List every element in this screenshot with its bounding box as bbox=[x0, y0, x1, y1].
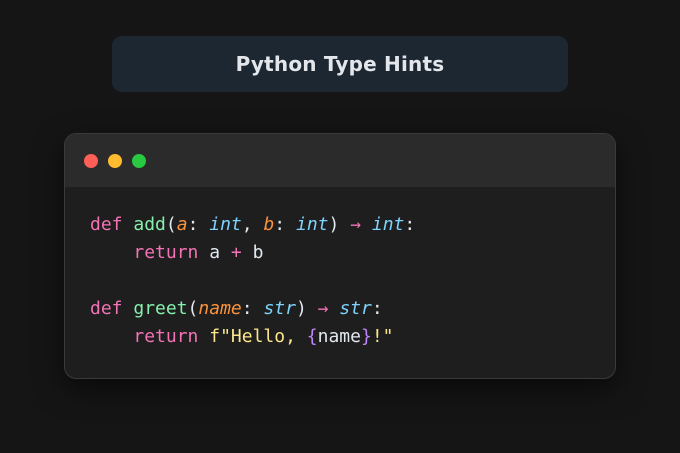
type-annotation: int bbox=[295, 214, 329, 235]
function-name: greet bbox=[133, 298, 188, 319]
keyword-return: return bbox=[133, 242, 199, 263]
string-literal: f"Hello, bbox=[209, 326, 307, 347]
return-type: str bbox=[339, 298, 372, 319]
paren-open: ( bbox=[165, 214, 177, 235]
code-line-4: def greet(name: str) → str: bbox=[90, 295, 615, 323]
colon: : bbox=[371, 298, 383, 319]
param-name: name bbox=[198, 298, 242, 319]
paren-close: ) bbox=[328, 214, 340, 235]
brace-open: { bbox=[306, 326, 318, 347]
keyword-return: return bbox=[133, 326, 199, 347]
plus-operator: + bbox=[230, 242, 242, 263]
maximize-dot-icon[interactable] bbox=[132, 153, 146, 168]
comma: , bbox=[241, 214, 253, 235]
colon: : bbox=[241, 298, 253, 319]
paren-open: ( bbox=[187, 298, 199, 319]
function-name: add bbox=[133, 214, 166, 235]
code-window: def add(a: int, b: int) → int: return a … bbox=[64, 133, 616, 379]
variable: b bbox=[252, 242, 264, 263]
type-annotation: int bbox=[209, 214, 242, 235]
page-title: Python Type Hints bbox=[235, 52, 445, 76]
close-dot-icon[interactable] bbox=[84, 153, 98, 168]
title-banner: Python Type Hints bbox=[112, 36, 568, 92]
return-type: int bbox=[371, 214, 405, 235]
interpolated-variable: name bbox=[317, 326, 361, 347]
param-name: a bbox=[176, 214, 188, 235]
colon: : bbox=[187, 214, 199, 235]
paren-close: ) bbox=[295, 298, 307, 319]
code-block: def add(a: int, b: int) → int: return a … bbox=[65, 187, 615, 351]
string-literal: !" bbox=[371, 326, 394, 347]
arrow-operator: → bbox=[350, 214, 362, 235]
arrow-operator: → bbox=[317, 298, 329, 319]
param-name: b bbox=[263, 214, 275, 235]
code-line-1: def add(a: int, b: int) → int: bbox=[90, 211, 615, 239]
variable: a bbox=[209, 242, 221, 263]
keyword-def: def bbox=[90, 214, 123, 235]
brace-close: } bbox=[360, 326, 372, 347]
colon: : bbox=[274, 214, 286, 235]
code-line-5: return f"Hello, {name}!" bbox=[90, 323, 615, 351]
colon: : bbox=[404, 214, 416, 235]
code-line-2: return a + b bbox=[90, 239, 615, 267]
window-titlebar bbox=[65, 134, 615, 187]
minimize-dot-icon[interactable] bbox=[108, 153, 122, 168]
type-annotation: str bbox=[263, 298, 296, 319]
keyword-def: def bbox=[90, 298, 123, 319]
